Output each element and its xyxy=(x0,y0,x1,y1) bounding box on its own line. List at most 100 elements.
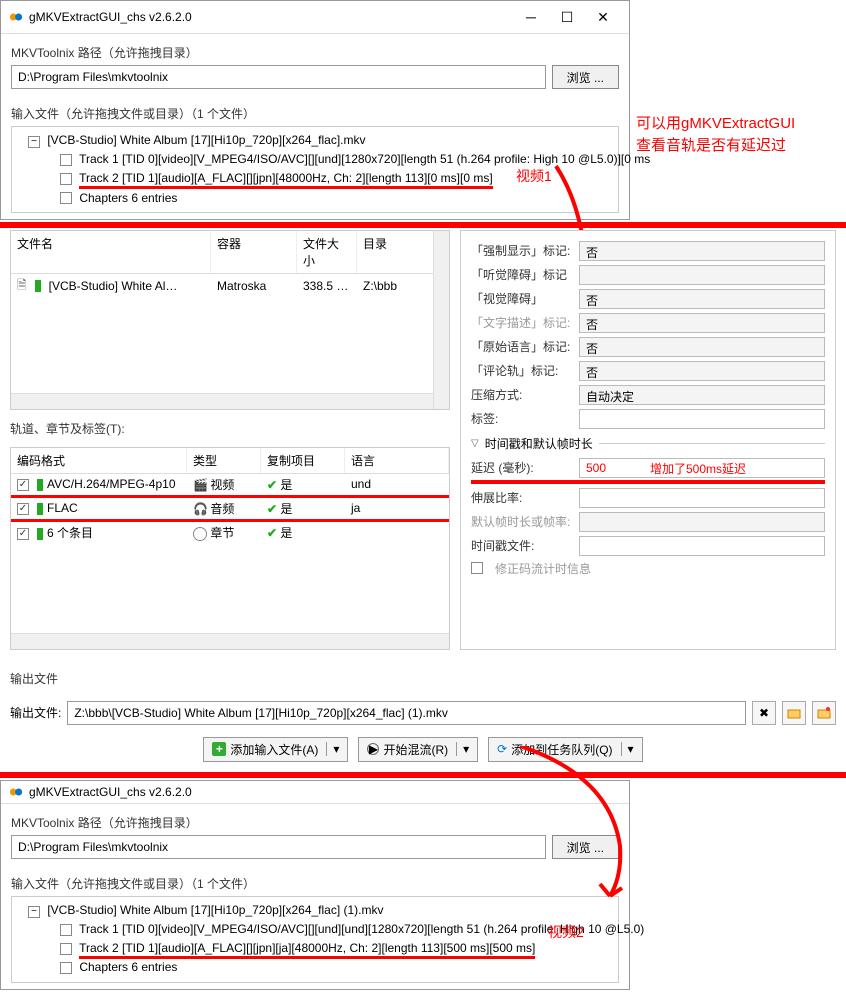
track1-checkbox[interactable] xyxy=(60,154,72,166)
comment-label: 「评论轨」标记: xyxy=(471,362,571,379)
tracks-label: 轨道、章节及标签(T): xyxy=(10,420,450,437)
track-list: 编码格式 类型 复制项目 语言 AVC/H.264/MPEG-4p10 🎬 视频… xyxy=(10,447,450,650)
status-indicator xyxy=(35,280,41,292)
input-files-label2: 输入文件（允许拖拽文件或目录）（1 个文件） xyxy=(11,875,619,892)
app-icon xyxy=(9,10,23,24)
annotation-video2: 视频2 xyxy=(548,922,584,942)
output-path-input[interactable] xyxy=(67,701,746,725)
framerate-input[interactable] xyxy=(579,512,825,532)
delay-underline xyxy=(471,480,825,484)
add-input-button[interactable]: + 添加输入文件(A) ▾ xyxy=(203,737,348,762)
track2-checkbox2[interactable] xyxy=(60,943,72,955)
tags-value[interactable] xyxy=(579,409,825,429)
check-icon: ✔ xyxy=(267,478,277,492)
video-icon: 🎬 xyxy=(193,478,207,492)
compress-value[interactable]: 自动决定 xyxy=(579,385,825,405)
track-audio-checkbox[interactable] xyxy=(17,503,29,515)
origlang-value[interactable]: 否 xyxy=(579,337,825,357)
browse-button2[interactable]: 浏览 ... xyxy=(552,835,619,859)
filelist-hscroll[interactable] xyxy=(11,393,433,409)
framerate-label: 默认帧时长或帧率: xyxy=(471,513,571,530)
annotation-top2: 查看音轨是否有延迟过 xyxy=(636,134,786,155)
dropdown-icon[interactable]: ▾ xyxy=(456,742,469,756)
col-container[interactable]: 容器 xyxy=(211,231,297,273)
collapse-triangle-icon[interactable]: ▽ xyxy=(471,438,479,449)
col-codec[interactable]: 编码格式 xyxy=(11,448,187,473)
track2-checkbox[interactable] xyxy=(60,173,72,185)
separator1 xyxy=(0,222,846,228)
output-file-label: 输出文件: xyxy=(10,704,61,721)
hearing-value[interactable] xyxy=(579,265,825,285)
annotation-video1: 视频1 xyxy=(516,166,552,186)
file-row[interactable]: 🗎 [VCB-Studio] White Al… Matroska 338.5 … xyxy=(11,274,449,299)
app2-window: gMKVExtractGUI_chs v2.6.2.0 MKVToolnix 路… xyxy=(0,780,630,990)
tree-root2[interactable]: − [VCB-Studio] White Album [17][Hi10p_72… xyxy=(16,901,614,920)
tree-chapters2[interactable]: Chapters 6 entries xyxy=(16,958,614,977)
dropdown-icon[interactable]: ▾ xyxy=(326,742,339,756)
tags-label: 标签: xyxy=(471,410,571,427)
chapters-checkbox2[interactable] xyxy=(60,962,72,974)
track-row-video[interactable]: AVC/H.264/MPEG-4p10 🎬 视频 ✔ 是 und xyxy=(11,474,449,495)
tracklist-hscroll[interactable] xyxy=(11,633,449,649)
comment-value[interactable]: 否 xyxy=(579,361,825,381)
tree-root[interactable]: − [VCB-Studio] White Album [17][Hi10p_72… xyxy=(16,131,614,150)
chapters-icon xyxy=(193,527,207,541)
stretch-input[interactable] xyxy=(579,488,825,508)
tree-track1-2[interactable]: Track 1 [TID 0][video][V_MPEG4/ISO/AVC][… xyxy=(16,920,614,939)
clear-output-button[interactable]: ✖ xyxy=(752,701,776,725)
recent-output-button[interactable] xyxy=(812,701,836,725)
timecode-input[interactable] xyxy=(579,536,825,556)
track1-checkbox2[interactable] xyxy=(60,924,72,936)
fixbits-checkbox[interactable] xyxy=(471,562,483,574)
app2-title: gMKVExtractGUI_chs v2.6.2.0 xyxy=(29,785,621,799)
app-icon xyxy=(9,785,23,799)
app2-titlebar: gMKVExtractGUI_chs v2.6.2.0 xyxy=(1,781,629,804)
delay-input[interactable]: 500 增加了500ms延迟 xyxy=(579,458,825,478)
queue-icon: ⟳ xyxy=(497,742,507,756)
browse-output-button[interactable] xyxy=(782,701,806,725)
delay-label: 延迟 (毫秒): xyxy=(471,459,571,476)
properties-panel: 「强制显示」标记:否 「听觉障碍」标记 「视觉障碍」否 「文字描述」标记:否 「… xyxy=(460,230,836,650)
forced-value[interactable]: 否 xyxy=(579,241,825,261)
file-icon: 🗎 xyxy=(17,276,27,297)
col-copy[interactable]: 复制项目 xyxy=(261,448,345,473)
track-video-checkbox[interactable] xyxy=(17,479,29,491)
filelist-header: 文件名 容器 文件大小 目录 xyxy=(11,231,449,274)
track-row-chapters[interactable]: 6 个条目 章节 ✔ 是 xyxy=(11,522,449,543)
tree-chapters[interactable]: Chapters 6 entries xyxy=(16,189,614,208)
minimize-button[interactable]: ─ xyxy=(513,5,549,29)
col-filename[interactable]: 文件名 xyxy=(11,231,211,273)
toolnix-path-input[interactable] xyxy=(11,65,546,89)
separator2 xyxy=(0,772,846,778)
tree-collapse-icon[interactable]: − xyxy=(28,136,40,148)
track-row-audio[interactable]: FLAC 🎧 音频 ✔ 是 ja xyxy=(11,495,449,522)
check-icon: ✔ xyxy=(267,526,277,540)
visual-value[interactable]: 否 xyxy=(579,289,825,309)
col-lang[interactable]: 语言 xyxy=(345,448,449,473)
time-section-header[interactable]: ▽ 时间戳和默认帧时长 xyxy=(471,435,825,452)
file-list: 文件名 容器 文件大小 目录 🗎 [VCB-Studio] White Al… … xyxy=(10,230,450,410)
dropdown-icon[interactable]: ▾ xyxy=(621,742,634,756)
start-mux-button[interactable]: ▶ 开始混流(R) ▾ xyxy=(358,737,478,762)
chapters-checkbox[interactable] xyxy=(60,192,72,204)
input-tree2: − [VCB-Studio] White Album [17][Hi10p_72… xyxy=(11,896,619,983)
tree-collapse-icon[interactable]: − xyxy=(28,906,40,918)
textdesc-value[interactable]: 否 xyxy=(579,313,825,333)
maximize-button[interactable]: ☐ xyxy=(549,5,585,29)
filelist-scrollbar[interactable] xyxy=(433,231,449,409)
app1-titlebar: gMKVExtractGUI_chs v2.6.2.0 ─ ☐ ✕ xyxy=(1,1,629,34)
origlang-label: 「原始语言」标记: xyxy=(471,338,571,355)
input-files-label: 输入文件（允许拖拽文件或目录）（1 个文件） xyxy=(11,105,619,122)
toolnix-path-input2[interactable] xyxy=(11,835,546,859)
compress-label: 压缩方式: xyxy=(471,386,571,403)
annotation-top1: 可以用gMKVExtractGUI xyxy=(636,112,795,133)
col-size[interactable]: 文件大小 xyxy=(297,231,357,273)
check-icon: ✔ xyxy=(267,502,277,516)
browse-button[interactable]: 浏览 ... xyxy=(552,65,619,89)
col-type[interactable]: 类型 xyxy=(187,448,261,473)
close-button[interactable]: ✕ xyxy=(585,5,621,29)
add-queue-button[interactable]: ⟳ 添加到任务队列(Q) ▾ xyxy=(488,737,642,762)
output-label: 输出文件 xyxy=(10,670,836,687)
track-chapters-checkbox[interactable] xyxy=(17,528,29,540)
tree-track2-2[interactable]: Track 2 [TID 1][audio][A_FLAC][][jpn][ja… xyxy=(16,939,614,958)
